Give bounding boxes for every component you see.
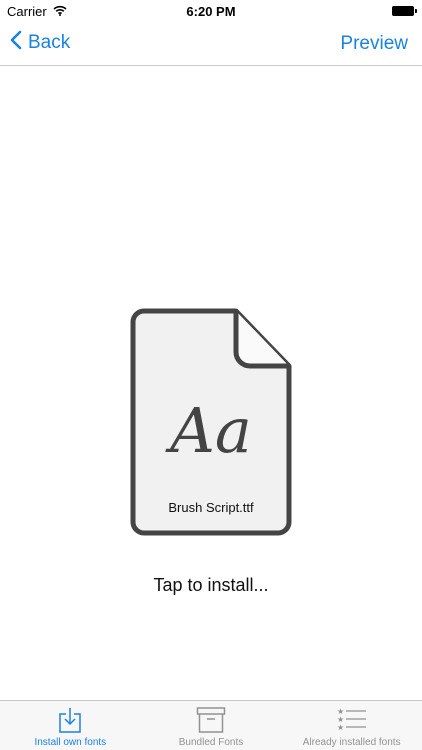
navigation-bar: Back Preview xyxy=(0,22,422,66)
tab-label: Bundled Fonts xyxy=(178,737,244,748)
tab-label: Install own fonts xyxy=(34,737,107,748)
status-time: 6:20 PM xyxy=(186,4,236,19)
download-tray-icon xyxy=(58,706,82,739)
back-label: Back xyxy=(28,32,71,53)
status-bar: Carrier 6:20 PM xyxy=(0,0,422,22)
font-filename: Brush Script.ttf xyxy=(168,500,254,515)
tab-install-own-fonts[interactable]: Install own fonts xyxy=(0,701,141,750)
tab-already-installed-fonts[interactable]: ★ ★ ★ Already installed fonts xyxy=(281,701,422,750)
svg-text:★: ★ xyxy=(337,723,344,732)
font-preview-glyph: Aa xyxy=(170,394,252,467)
install-prompt: Tap to install... xyxy=(153,575,269,595)
archive-box-icon xyxy=(196,706,226,739)
tab-bundled-fonts[interactable]: Bundled Fonts xyxy=(141,701,282,750)
tab-label: Already installed fonts xyxy=(302,737,401,748)
font-file-document[interactable]: Aa Brush Script.ttf xyxy=(130,308,292,536)
chevron-left-icon xyxy=(10,30,22,56)
tab-bar: Install own fonts Bundled Fonts ★ ★ ★ Al… xyxy=(0,700,422,750)
preview-button[interactable]: Preview xyxy=(340,33,408,55)
starred-list-icon: ★ ★ ★ xyxy=(337,706,367,737)
battery-icon xyxy=(392,6,417,16)
back-button[interactable]: Back xyxy=(10,30,70,56)
